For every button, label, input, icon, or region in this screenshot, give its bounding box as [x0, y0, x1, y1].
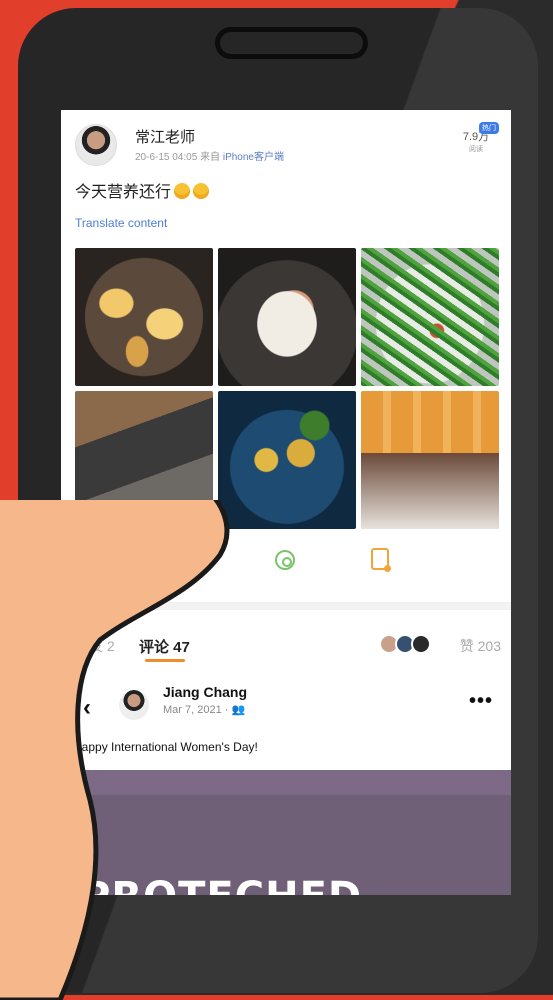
tab-likes[interactable]: 赞 203	[460, 636, 501, 656]
phone-speaker	[215, 27, 368, 59]
photo-clams[interactable]	[75, 248, 213, 386]
post-header: 常江老师 20-6-15 04:05 来自 iPhone客户端 热门 7.9万 …	[75, 122, 501, 168]
like-icon[interactable]	[371, 548, 391, 572]
liker-avatars[interactable]	[379, 634, 431, 654]
post-text: 今天营养还行	[75, 178, 210, 202]
more-options-button[interactable]: •••	[469, 690, 493, 713]
username[interactable]: 常江老师	[135, 126, 195, 147]
post-from-label: 来自	[200, 152, 221, 163]
hot-badge: 热门	[479, 122, 499, 134]
views-label: 阅读	[469, 146, 483, 153]
emoji-icon	[174, 183, 191, 199]
post-source[interactable]: iPhone客户端	[223, 152, 284, 163]
hand-illustration	[0, 500, 230, 1000]
photo-pork-belly[interactable]	[361, 391, 499, 529]
post-time: 20-6-15 04:05	[135, 152, 198, 163]
photo-grid	[75, 248, 499, 530]
avatar[interactable]	[75, 124, 117, 166]
avatar	[411, 634, 431, 654]
translate-link[interactable]: Translate content	[75, 216, 167, 230]
post-meta: 20-6-15 04:05 来自 iPhone客户端	[135, 148, 284, 163]
emoji-icon	[193, 183, 210, 199]
photo-fish[interactable]	[218, 248, 356, 386]
photo-green-beans[interactable]	[361, 248, 499, 386]
views-counter: 热门 7.9万 阅读	[451, 122, 501, 154]
post-text-body: 今天营养还行	[75, 184, 172, 201]
